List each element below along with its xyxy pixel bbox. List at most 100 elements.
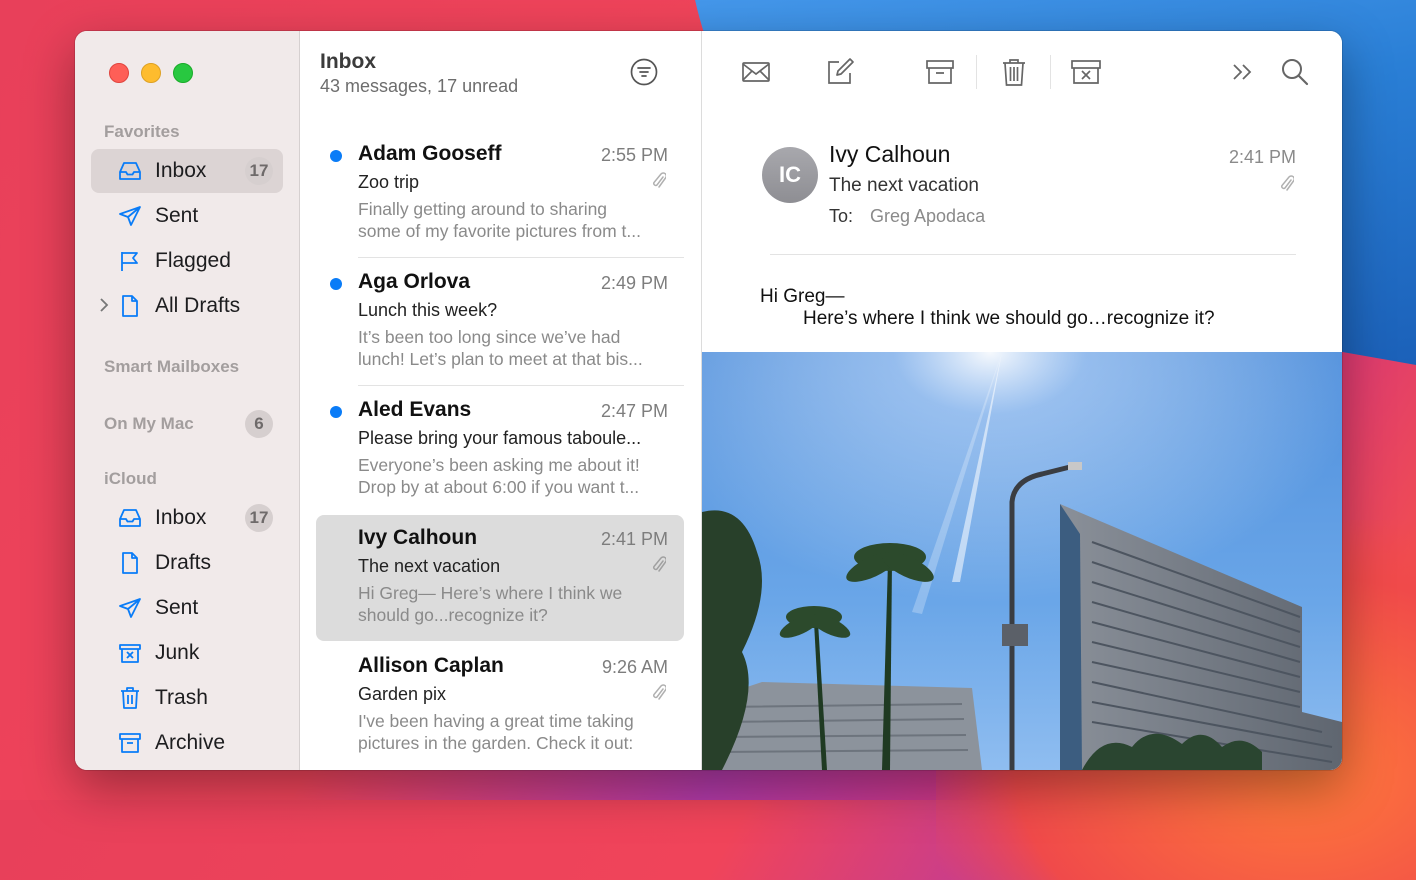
message-preview-line: It’s been too long since we’ve had <box>358 327 621 347</box>
smart-mailboxes-header[interactable]: Smart Mailboxes <box>104 357 239 377</box>
message-preview-line: lunch! Let’s plan to meet at that bis... <box>358 349 643 369</box>
unread-count-badge: 17 <box>245 504 273 532</box>
avatar: IC <box>762 147 818 203</box>
sent-icon <box>119 598 141 618</box>
compose-icon[interactable] <box>823 55 857 89</box>
sent-icon <box>119 206 141 226</box>
trash-icon[interactable] <box>997 55 1031 89</box>
toolbar-divider <box>976 55 977 89</box>
paperclip-icon <box>1281 175 1294 191</box>
sidebar-item-all-drafts[interactable]: All Drafts <box>91 284 283 328</box>
message-row[interactable]: Aga Orlova 2:49 PM Lunch this week? It’s… <box>316 259 684 385</box>
paperclip-icon <box>653 556 666 572</box>
sidebar-item-label: Sent <box>155 204 199 227</box>
message-preview: Everyone’s been asking me about it! Drop… <box>358 454 670 498</box>
message-subject: The next vacation <box>358 556 501 576</box>
chevron-double-right-icon[interactable] <box>1226 55 1260 89</box>
sidebar-item-flagged[interactable]: Flagged <box>91 239 283 283</box>
message-row-selected[interactable]: Ivy Calhoun 2:41 PM The next vacation Hi… <box>316 515 684 641</box>
archive-icon <box>119 733 141 753</box>
archive-icon[interactable] <box>923 55 957 89</box>
message-preview-line: pictures in the garden. Check it out: <box>358 733 634 753</box>
paperclip-icon <box>653 172 666 188</box>
on-my-mac-header: On My Mac <box>104 414 194 433</box>
on-my-mac-row[interactable]: On My Mac 6 <box>104 409 273 439</box>
sidebar-item-icloud-archive[interactable]: Archive <box>91 721 283 765</box>
sidebar-item-label: Sent <box>155 596 199 619</box>
message-body-greeting: Hi Greg— <box>760 286 845 307</box>
message-time: 9:26 AM <box>601 657 668 677</box>
zoom-button[interactable] <box>173 63 193 83</box>
message-preview-line: Hi Greg— Here’s where I think we <box>358 583 623 603</box>
sidebar-item-label: Inbox <box>155 506 207 529</box>
message-header-subject: The next vacation <box>829 175 979 196</box>
message-row[interactable]: Adam Gooseff 2:55 PM Zoo trip Finally ge… <box>316 131 684 257</box>
icloud-header[interactable]: iCloud <box>104 469 157 489</box>
sidebar-item-inbox[interactable]: Inbox 17 <box>91 149 283 193</box>
on-my-mac-badge: 6 <box>245 410 273 438</box>
mail-window: Favorites Inbox 17 Sent Flagged All Draf… <box>75 31 1342 770</box>
trash-icon <box>121 687 139 709</box>
sidebar-item-label: Drafts <box>155 551 212 574</box>
recipient[interactable]: Greg Apodaca <box>870 206 985 227</box>
message-row[interactable]: Aled Evans 2:47 PM Please bring your fam… <box>316 387 684 513</box>
favorites-header[interactable]: Favorites <box>104 122 180 142</box>
message-time: 2:41 PM <box>600 529 668 549</box>
message-preview: Hi Greg— Here’s where I think we should … <box>358 582 670 626</box>
message-preview-line: Finally getting around to sharing <box>358 199 608 219</box>
message-sender: Adam Gooseff <box>358 142 502 165</box>
sidebar-item-sent[interactable]: Sent <box>91 194 283 238</box>
sidebar-item-label: Archive <box>155 731 226 754</box>
message-row[interactable]: Allison Caplan 9:26 AM Garden pix I've b… <box>316 643 684 769</box>
message-subject: Zoo trip <box>358 172 420 192</box>
message-header-time: 2:41 PM <box>1228 147 1296 167</box>
message-preview-line: I've been having a great time taking <box>358 711 634 731</box>
message-subject: Please bring your famous taboule... <box>358 428 642 448</box>
toolbar-divider <box>1050 55 1051 89</box>
sidebar-item-label: Flagged <box>155 249 231 272</box>
filter-icon[interactable] <box>630 58 658 86</box>
chevron-right-icon[interactable] <box>99 298 109 312</box>
sidebar-item-icloud-drafts[interactable]: Drafts <box>91 541 283 585</box>
sidebar-item-icloud-inbox[interactable]: Inbox 17 <box>91 496 283 540</box>
sidebar-item-icloud-junk[interactable]: Junk <box>91 631 283 675</box>
junk-icon <box>119 644 141 663</box>
message-time: 2:55 PM <box>600 145 668 165</box>
attached-photo[interactable] <box>702 352 1342 770</box>
row-divider <box>358 385 684 386</box>
sidebar-item-icloud-sent[interactable]: Sent <box>91 586 283 630</box>
message-header-sender[interactable]: Ivy Calhoun <box>829 141 950 168</box>
sidebar-item-label: All Drafts <box>155 294 241 317</box>
sidebar-item-label: Inbox <box>155 159 207 182</box>
message-preview: It’s been too long since we’ve had lunch… <box>358 326 670 370</box>
message-preview-line: some of my favorite pictures from t... <box>358 221 641 241</box>
drafts-icon <box>122 295 138 317</box>
window-controls <box>109 63 193 83</box>
message-subject: Garden pix <box>358 684 447 704</box>
minimize-button[interactable] <box>141 63 161 83</box>
header-divider <box>770 254 1296 255</box>
row-divider <box>358 257 684 258</box>
paperclip-icon <box>653 684 666 700</box>
message-list: Inbox 43 messages, 17 unread Adam Goosef… <box>300 31 702 770</box>
inbox-icon <box>119 162 141 180</box>
message-preview-line: Everyone’s been asking me about it! <box>358 455 640 475</box>
message-viewer: IC Ivy Calhoun The next vacation To: Gre… <box>702 31 1342 770</box>
flag-icon <box>121 252 138 271</box>
sidebar-item-label: Junk <box>155 641 200 664</box>
search-icon[interactable] <box>1278 55 1312 89</box>
close-button[interactable] <box>109 63 129 83</box>
message-time: 2:47 PM <box>600 401 668 421</box>
to-label: To: <box>829 206 854 226</box>
get-mail-icon[interactable] <box>739 55 773 89</box>
sidebar-item-label: Trash <box>155 686 208 709</box>
sidebar-item-icloud-trash[interactable]: Trash <box>91 676 283 720</box>
sidebar: Favorites Inbox 17 Sent Flagged All Draf… <box>75 31 300 770</box>
junk-icon[interactable] <box>1069 55 1103 89</box>
message-preview: Finally getting around to sharing some o… <box>358 198 670 242</box>
message-preview: I've been having a great time taking pic… <box>358 710 670 754</box>
list-subtitle: 43 messages, 17 unread <box>320 76 519 96</box>
message-sender: Aled Evans <box>358 398 472 421</box>
list-title: Inbox <box>320 50 376 73</box>
message-subject: Lunch this week? <box>358 300 498 320</box>
